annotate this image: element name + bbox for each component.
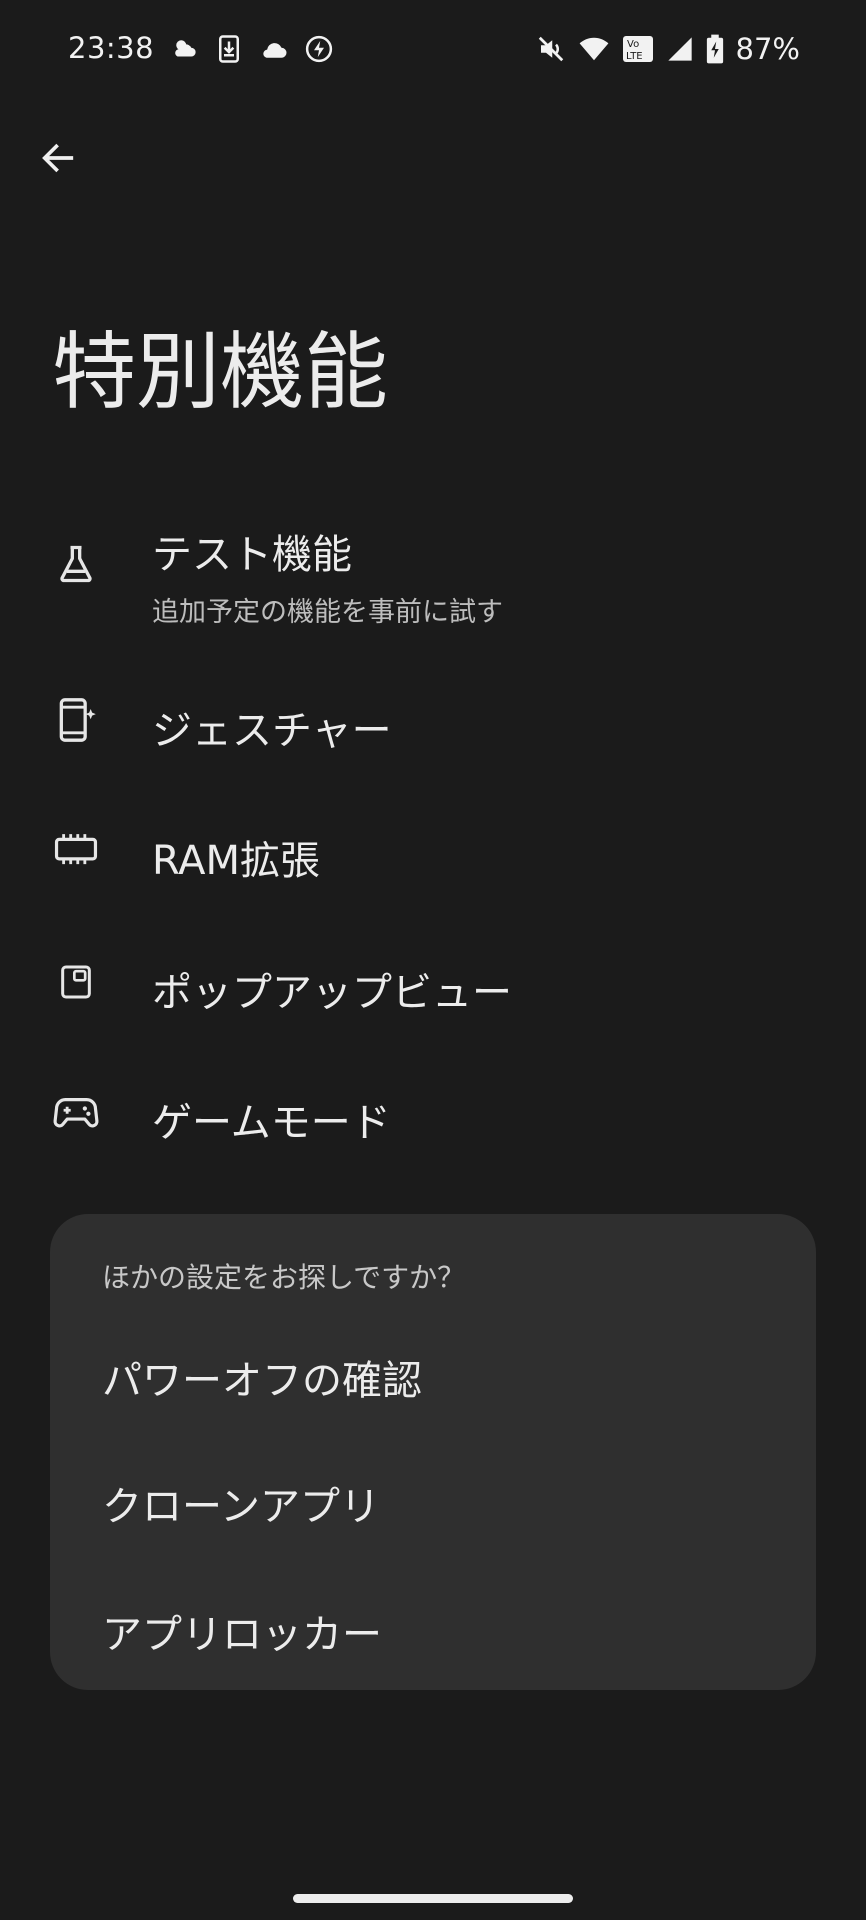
link-clone-apps[interactable]: クローンアプリ: [102, 1474, 380, 1532]
ram-chip-icon: [52, 826, 100, 874]
volte-icon: Vo LTE: [622, 34, 654, 64]
phone-sparkle-icon: [52, 696, 100, 744]
menu-item-title: ジェスチャー: [152, 708, 392, 754]
menu-item-title: ゲームモード: [152, 1100, 391, 1146]
status-bar: 23:38 Vo LTE 87%: [0, 0, 866, 100]
menu-item-test-features[interactable]: テスト機能 追加予定の機能を事前に試す: [0, 510, 866, 630]
download-icon: [214, 34, 244, 64]
popup-view-icon: [52, 958, 100, 1006]
status-system-icons: Vo LTE 87%: [536, 32, 800, 66]
signal-icon: [666, 35, 694, 63]
svg-text:LTE: LTE: [626, 51, 643, 62]
page-title: 特別機能: [52, 323, 389, 421]
gamepad-icon: [52, 1088, 100, 1136]
menu-item-title: ポップアップビュー: [152, 970, 512, 1016]
menu-item-ram-expansion[interactable]: RAM拡張: [0, 812, 866, 892]
bolt-icon: [304, 34, 334, 64]
battery-charging-icon: [706, 34, 724, 64]
menu-item-title: RAM拡張: [152, 838, 321, 884]
gesture-nav-handle[interactable]: [293, 1894, 573, 1903]
flask-icon: [52, 540, 100, 588]
back-button[interactable]: [30, 130, 86, 186]
menu-item-subtitle: 追加予定の機能を事前に試す: [152, 597, 503, 628]
menu-item-gestures[interactable]: ジェスチャー: [0, 680, 866, 760]
battery-percent: 87%: [735, 32, 800, 66]
back-arrow-icon: [42, 143, 74, 173]
menu-item-title: テスト機能: [152, 532, 352, 578]
menu-item-game-mode[interactable]: ゲームモード: [0, 1074, 866, 1154]
status-notification-icons: [170, 34, 334, 64]
other-settings-heading: ほかの設定をお探しですか？: [102, 1261, 466, 1294]
link-app-locker[interactable]: アプリロッカー: [102, 1602, 382, 1660]
other-settings-card: ほかの設定をお探しですか？ パワーオフの確認 クローンアプリ アプリロッカー: [50, 1214, 816, 1690]
status-time: 23:38: [68, 31, 155, 65]
wifi-icon: [578, 34, 610, 64]
link-power-off-confirmation[interactable]: パワーオフの確認: [102, 1348, 422, 1406]
svg-text:Vo: Vo: [627, 39, 639, 50]
menu-item-popup-view[interactable]: ポップアップビュー: [0, 944, 866, 1024]
mute-icon: [536, 34, 566, 64]
weather-icon: [170, 34, 200, 64]
cloud-icon: [258, 34, 290, 64]
